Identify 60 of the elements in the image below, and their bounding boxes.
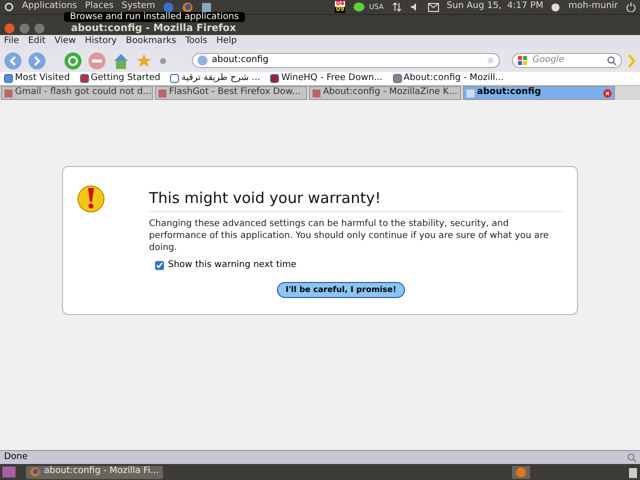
- menu-item[interactable]: View: [54, 35, 76, 49]
- forward-icon[interactable]: [28, 52, 46, 70]
- taskbar-window-button[interactable]: about:config - Mozilla Fi...: [26, 466, 163, 478]
- user-name[interactable]: moh-munir: [568, 0, 618, 14]
- menu-item[interactable]: History: [84, 35, 117, 49]
- bookmark-icon: [4, 74, 13, 83]
- url-field[interactable]: about:config: [192, 53, 500, 68]
- warning-checkbox[interactable]: [155, 260, 164, 270]
- power-icon[interactable]: [626, 2, 636, 12]
- warning-title: This might void your warranty!: [149, 187, 563, 212]
- firefox-icon[interactable]: [512, 466, 530, 478]
- browser-tab[interactable]: FlashGot - Best Firefox Dow...: [155, 86, 307, 100]
- bookmark-item[interactable]: Most Visited: [4, 72, 70, 86]
- firefox-icon[interactable]: [182, 2, 194, 12]
- status-text: Done: [4, 450, 28, 464]
- panel-menu[interactable]: System: [122, 0, 156, 14]
- panel-menu[interactable]: Places: [84, 0, 114, 14]
- bookmark-item[interactable]: About:config - Mozill...: [392, 72, 504, 86]
- google-logo-icon: [517, 55, 528, 66]
- menu-item[interactable]: File: [4, 35, 20, 49]
- search-input[interactable]: Google: [532, 54, 603, 68]
- menu-item[interactable]: Tools: [185, 35, 208, 49]
- tab-icon: [4, 88, 13, 98]
- close-icon[interactable]: [4, 23, 15, 34]
- clock[interactable]: Sun Aug 15, 4:17 PM: [446, 0, 544, 14]
- browser-tab[interactable]: About:config - MozillaZine K...: [309, 86, 461, 100]
- menu-item[interactable]: Edit: [28, 35, 46, 49]
- panel-menu[interactable]: Applications: [22, 0, 77, 14]
- reload-icon[interactable]: [64, 52, 82, 70]
- stop-icon[interactable]: [88, 52, 106, 70]
- checkbox-label: Show this warning next time: [168, 258, 296, 272]
- chat-bubble-icon: [353, 2, 366, 12]
- warning-icon: [77, 183, 105, 213]
- browser-tab[interactable]: about:config: [463, 86, 615, 100]
- confirm-button[interactable]: I'll be careful, I promise!: [276, 282, 406, 298]
- bookmark-item[interactable]: Getting Started: [80, 72, 160, 86]
- bookmark-icon: [80, 74, 89, 83]
- firefox-icon: [30, 467, 40, 477]
- browser-tab[interactable]: Gmail - flash got could not d...: [1, 86, 153, 100]
- tab-icon: [158, 88, 167, 98]
- mail-icon[interactable]: [428, 2, 439, 12]
- search-icon[interactable]: [606, 56, 617, 66]
- window-title: about:config - Mozilla Firefox: [71, 24, 236, 34]
- bookmark-item[interactable]: WineHQ - Free Down...: [270, 72, 383, 86]
- warning-text: Changing these advanced settings can be harmful to the stability, security, and performance of this application. You should only continue if you are sure of what you are doing.: [149, 218, 550, 254]
- menu-item[interactable]: Help: [216, 35, 237, 49]
- tab-icon: [466, 88, 475, 98]
- tab-icon: [312, 88, 321, 98]
- search-icon: [627, 453, 636, 462]
- menu-item[interactable]: Bookmarks: [126, 35, 176, 49]
- network-icon[interactable]: [392, 2, 402, 12]
- bookmark-item[interactable]: شرح طريقة ترقية ...: [170, 72, 260, 86]
- ubuntu-logo-icon: [4, 2, 14, 12]
- tooltip: Browse and run installed applications: [64, 12, 245, 22]
- back-icon[interactable]: [4, 52, 22, 70]
- home-icon[interactable]: [112, 52, 130, 70]
- bookmark-icon: [270, 74, 280, 83]
- bookmark-icon: [392, 74, 402, 83]
- search-field[interactable]: Google: [512, 53, 622, 68]
- close-icon[interactable]: [603, 88, 612, 98]
